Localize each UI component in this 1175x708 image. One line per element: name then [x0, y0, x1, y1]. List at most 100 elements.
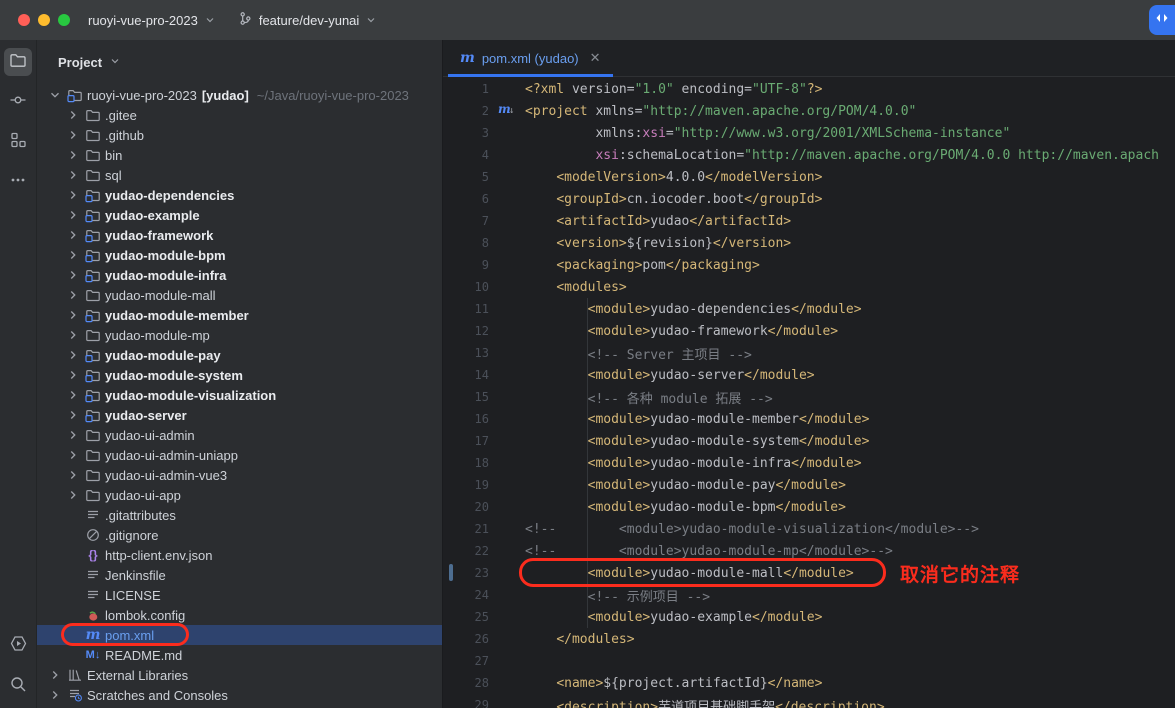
- tree-item-yudao-module-member[interactable]: yudao-module-member: [37, 305, 442, 325]
- tree-item-yudao-ui-app[interactable]: yudao-ui-app: [37, 485, 442, 505]
- close-icon[interactable]: ✕: [590, 50, 601, 66]
- tree-item-yudao-ui-admin-vue3[interactable]: yudao-ui-admin-vue3: [37, 465, 442, 485]
- tree-item-bin[interactable]: bin: [37, 145, 442, 165]
- code-line-24[interactable]: 24 <!-- 示例项目 -->: [443, 584, 1175, 606]
- chevron-right-icon[interactable]: [45, 688, 65, 702]
- chevron-right-icon[interactable]: [63, 348, 83, 362]
- code-line-10[interactable]: 10 <modules>: [443, 276, 1175, 298]
- code-line-5[interactable]: 5 <modelVersion>4.0.0</modelVersion>: [443, 166, 1175, 188]
- chevron-right-icon[interactable]: [63, 428, 83, 442]
- tree-item-yudao-module-system[interactable]: yudao-module-system: [37, 365, 442, 385]
- chevron-right-icon[interactable]: [63, 388, 83, 402]
- line-number: 13: [443, 346, 489, 360]
- tab-pom-xml[interactable]: m pom.xml (yudao) ✕: [448, 40, 613, 76]
- chevron-right-icon[interactable]: [63, 208, 83, 222]
- code-line-16[interactable]: 16 <module>yudao-module-member</module>: [443, 408, 1175, 430]
- code-line-6[interactable]: 6 <groupId>cn.iocoder.boot</groupId>: [443, 188, 1175, 210]
- tree-item-yudao-server[interactable]: yudao-server: [37, 405, 442, 425]
- code-line-12[interactable]: 12 <module>yudao-framework</module>: [443, 320, 1175, 342]
- chevron-right-icon[interactable]: [63, 488, 83, 502]
- code-line-7[interactable]: 7 <artifactId>yudao</artifactId>: [443, 210, 1175, 232]
- tree-item-sql[interactable]: sql: [37, 165, 442, 185]
- chevron-right-icon[interactable]: [63, 108, 83, 122]
- code-line-2[interactable]: 2m↓<project xmlns="http://maven.apache.o…: [443, 100, 1175, 122]
- chevron-right-icon[interactable]: [45, 668, 65, 682]
- tree-item-yudao-module-bpm[interactable]: yudao-module-bpm: [37, 245, 442, 265]
- project-panel-header[interactable]: Project: [37, 40, 442, 85]
- code-line-15[interactable]: 15 <!-- 各种 module 拓展 -->: [443, 386, 1175, 408]
- chevron-down-icon[interactable]: [45, 88, 65, 102]
- chevron-right-icon[interactable]: [63, 408, 83, 422]
- tree-item-github[interactable]: .github: [37, 125, 442, 145]
- chevron-right-icon[interactable]: [63, 308, 83, 322]
- code-line-3[interactable]: 3 xmlns:xsi="http://www.w3.org/2001/XMLS…: [443, 122, 1175, 144]
- tree-item-lombok-config[interactable]: lombok.config: [37, 605, 442, 625]
- code-line-4[interactable]: 4 xsi:schemaLocation="http://maven.apach…: [443, 144, 1175, 166]
- branch-widget[interactable]: feature/dev-yunai: [238, 11, 377, 29]
- chevron-right-icon[interactable]: [63, 228, 83, 242]
- tree-item-yudao-module-infra[interactable]: yudao-module-infra: [37, 265, 442, 285]
- code-line-21[interactable]: 21<!-- <module>yudao-module-visualizatio…: [443, 518, 1175, 540]
- chevron-right-icon[interactable]: [63, 168, 83, 182]
- structure-tool-button[interactable]: [4, 128, 32, 156]
- minimize-button[interactable]: [38, 14, 50, 26]
- code-line-19[interactable]: 19 <module>yudao-module-pay</module>: [443, 474, 1175, 496]
- chevron-right-icon[interactable]: [63, 448, 83, 462]
- tree-item-gitignore[interactable]: .gitignore: [37, 525, 442, 545]
- close-button[interactable]: [18, 14, 30, 26]
- tree-item-yudao-dependencies[interactable]: yudao-dependencies: [37, 185, 442, 205]
- code-line-8[interactable]: 8 <version>${revision}</version>: [443, 232, 1175, 254]
- search-tool-button[interactable]: [4, 672, 32, 700]
- code-line-25[interactable]: 25 <module>yudao-example</module>: [443, 606, 1175, 628]
- code-line-29[interactable]: 29 <description>芋道项目基础脚手架</description>: [443, 694, 1175, 708]
- chevron-right-icon[interactable]: [63, 268, 83, 282]
- code-line-14[interactable]: 14 <module>yudao-server</module>: [443, 364, 1175, 386]
- tree-item-gitattributes[interactable]: .gitattributes: [37, 505, 442, 525]
- tree-item-license[interactable]: LICENSE: [37, 585, 442, 605]
- tree-item-gitee[interactable]: .gitee: [37, 105, 442, 125]
- chevron-right-icon[interactable]: [63, 288, 83, 302]
- chevron-right-icon[interactable]: [63, 188, 83, 202]
- tree-item-pom-xml[interactable]: mpom.xml: [37, 625, 442, 645]
- project-tool-button[interactable]: [4, 48, 32, 76]
- code-line-22[interactable]: 22<!-- <module>yudao-module-mp</module>-…: [443, 540, 1175, 562]
- tree-item-yudao-ui-admin-uniapp[interactable]: yudao-ui-admin-uniapp: [37, 445, 442, 465]
- code-line-20[interactable]: 20 <module>yudao-module-bpm</module>: [443, 496, 1175, 518]
- tree-item-ruoyi-vue-pro-2023[interactable]: ruoyi-vue-pro-2023[yudao]~/Java/ruoyi-vu…: [37, 85, 442, 105]
- tree-item-yudao-module-pay[interactable]: yudao-module-pay: [37, 345, 442, 365]
- maven-sync-icon[interactable]: m↓: [489, 100, 525, 122]
- titlebar-action-button[interactable]: [1149, 5, 1175, 35]
- tree-item-yudao-module-visualization[interactable]: yudao-module-visualization: [37, 385, 442, 405]
- project-widget[interactable]: ruoyi-vue-pro-2023: [88, 13, 216, 28]
- tree-item-yudao-framework[interactable]: yudao-framework: [37, 225, 442, 245]
- commit-tool-button[interactable]: [4, 88, 32, 116]
- chevron-right-icon[interactable]: [63, 128, 83, 142]
- chevron-right-icon[interactable]: [63, 468, 83, 482]
- tree-item-yudao-module-mall[interactable]: yudao-module-mall: [37, 285, 442, 305]
- tree-item-http-client-env-json[interactable]: {}http-client.env.json: [37, 545, 442, 565]
- code-line-23[interactable]: 23 <module>yudao-module-mall</module>: [443, 562, 1175, 584]
- code-line-11[interactable]: 11 <module>yudao-dependencies</module>: [443, 298, 1175, 320]
- code-line-13[interactable]: 13 <!-- Server 主项目 -->: [443, 342, 1175, 364]
- chevron-right-icon[interactable]: [63, 148, 83, 162]
- chevron-right-icon[interactable]: [63, 248, 83, 262]
- tree-item-readme-md[interactable]: M↓README.md: [37, 645, 442, 665]
- chevron-right-icon[interactable]: [63, 368, 83, 382]
- zoom-button[interactable]: [58, 14, 70, 26]
- code-line-1[interactable]: 1<?xml version="1.0" encoding="UTF-8"?>: [443, 78, 1175, 100]
- code-line-17[interactable]: 17 <module>yudao-module-system</module>: [443, 430, 1175, 452]
- tree-item-external-libraries[interactable]: External Libraries: [37, 665, 442, 685]
- more-tool-button[interactable]: [4, 168, 32, 196]
- code-line-9[interactable]: 9 <packaging>pom</packaging>: [443, 254, 1175, 276]
- chevron-right-icon[interactable]: [63, 328, 83, 342]
- tree-item-jenkinsfile[interactable]: Jenkinsfile: [37, 565, 442, 585]
- tree-item-yudao-example[interactable]: yudao-example: [37, 205, 442, 225]
- services-tool-button[interactable]: [4, 632, 32, 660]
- code-line-28[interactable]: 28 <name>${project.artifactId}</name>: [443, 672, 1175, 694]
- code-line-27[interactable]: 27: [443, 650, 1175, 672]
- tree-item-yudao-module-mp[interactable]: yudao-module-mp: [37, 325, 442, 345]
- tree-item-scratches-and-consoles[interactable]: Scratches and Consoles: [37, 685, 442, 705]
- tree-item-yudao-ui-admin[interactable]: yudao-ui-admin: [37, 425, 442, 445]
- code-line-26[interactable]: 26 </modules>: [443, 628, 1175, 650]
- code-line-18[interactable]: 18 <module>yudao-module-infra</module>: [443, 452, 1175, 474]
